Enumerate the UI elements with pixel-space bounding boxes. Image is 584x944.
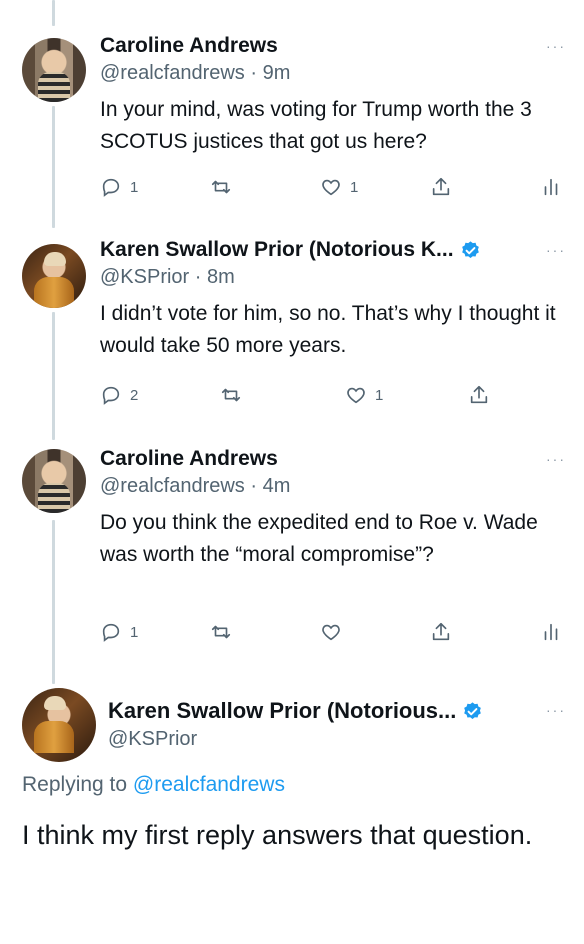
retweet-icon (211, 180, 231, 194)
more-options-icon[interactable]: ··· (546, 702, 566, 718)
author-handle[interactable]: @KSPrior (108, 728, 197, 750)
like-button[interactable] (320, 621, 350, 643)
retweet-icon (211, 625, 231, 639)
author-handle[interactable]: @KSPrior (100, 266, 189, 288)
reply-icon (102, 178, 120, 197)
author-name[interactable]: Karen Swallow Prior (Notorious... (108, 698, 456, 724)
like-button[interactable]: 1 (320, 176, 358, 198)
heart-icon (322, 624, 340, 641)
share-icon (470, 385, 488, 404)
author-handle[interactable]: @realcfandrews (100, 62, 245, 84)
like-button[interactable]: 1 (345, 384, 383, 406)
more-options-icon[interactable]: ··· (546, 451, 566, 467)
analytics-icon (544, 623, 558, 641)
retweet-button[interactable] (210, 621, 240, 643)
replying-to-label: Replying to (22, 773, 128, 796)
tweet[interactable]: Caroline Andrews ··· @realcfandrews · 4m… (0, 447, 584, 667)
timestamp[interactable]: 8m (207, 266, 235, 288)
author-name[interactable]: Caroline Andrews (100, 447, 278, 471)
reply-button[interactable]: 1 (100, 621, 138, 643)
retweet-button[interactable] (220, 384, 250, 406)
reply-count: 2 (130, 386, 139, 404)
like-count: 1 (350, 178, 359, 196)
separator: · (244, 475, 263, 497)
timestamp[interactable]: 9m (263, 62, 291, 84)
avatar[interactable] (22, 449, 86, 513)
thread-line (52, 0, 55, 26)
main-tweet-text: I think my first reply answers that ques… (22, 820, 533, 850)
analytics-button[interactable] (540, 621, 562, 643)
share-button[interactable] (430, 621, 452, 643)
share-button[interactable] (430, 176, 452, 198)
share-button[interactable] (468, 384, 490, 406)
action-bar: 1 1 (100, 176, 566, 206)
author-name[interactable]: Karen Swallow Prior (Notorious K... (100, 238, 454, 262)
reply-button[interactable]: 2 (100, 384, 138, 406)
avatar[interactable] (22, 688, 96, 762)
action-bar: 1 (100, 621, 566, 651)
author-name[interactable]: Caroline Andrews (100, 34, 278, 58)
timestamp[interactable]: 4m (263, 475, 291, 497)
tweet[interactable]: Caroline Andrews ··· @realcfandrews · 9m… (0, 34, 584, 224)
reply-icon (102, 386, 120, 405)
action-bar: 2 1 (100, 384, 566, 414)
tweet-text: Do you think the expedited end to Roe v.… (100, 511, 538, 566)
avatar[interactable] (22, 38, 86, 102)
more-options-icon[interactable]: ··· (546, 242, 566, 258)
share-icon (432, 622, 450, 641)
heart-icon (347, 387, 365, 404)
reply-count: 1 (130, 178, 139, 196)
tweet-text: In your mind, was voting for Trump worth… (100, 98, 532, 153)
verified-badge-icon (464, 701, 482, 719)
like-count: 1 (375, 386, 384, 404)
separator: · (244, 62, 263, 84)
tweet-text: I didn’t vote for him, so no. That’s why… (100, 302, 556, 357)
replying-to-handle-link[interactable]: @realcfandrews (133, 773, 285, 796)
heart-icon (322, 179, 340, 196)
tweet[interactable]: Karen Swallow Prior (Notorious K... ··· … (0, 238, 584, 428)
verified-badge-icon (461, 240, 479, 258)
analytics-icon (544, 178, 558, 196)
author-handle[interactable]: @realcfandrews (100, 475, 245, 497)
share-icon (432, 177, 450, 196)
retweet-button[interactable] (210, 176, 240, 198)
analytics-button[interactable] (540, 176, 562, 198)
more-options-icon[interactable]: ··· (546, 38, 566, 54)
reply-count: 1 (130, 623, 139, 641)
avatar[interactable] (22, 244, 86, 308)
replying-to: Replying to @realcfandrews (22, 773, 285, 797)
reply-button[interactable]: 1 (100, 176, 138, 198)
separator: · (189, 266, 207, 288)
retweet-icon (221, 388, 241, 402)
reply-icon (102, 623, 120, 642)
